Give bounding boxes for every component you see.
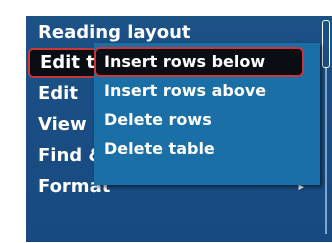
menu-item-view[interactable]: View: [38, 110, 87, 140]
menu-item-label: View: [38, 114, 87, 135]
menu-item-label: Edit: [38, 83, 78, 104]
submenu-item-delete-table[interactable]: Delete table: [104, 134, 215, 164]
edit-table-submenu: Insert rows below Insert rows above Dele…: [94, 43, 320, 185]
menu-scrollbar[interactable]: [320, 20, 332, 238]
scrollbar-thumb[interactable]: [322, 20, 330, 68]
submenu-item-delete-rows[interactable]: Delete rows: [104, 105, 212, 135]
menu-item-edit[interactable]: Edit: [38, 79, 78, 109]
submenu-item-insert-rows-above[interactable]: Insert rows above: [104, 76, 266, 106]
submenu-item-insert-rows-below[interactable]: Insert rows below: [94, 47, 304, 77]
menu-item-label: Reading layout: [38, 22, 191, 43]
submenu-item-label: Delete rows: [104, 110, 212, 129]
submenu-item-label: Insert rows above: [104, 81, 267, 100]
submenu-item-label: Insert rows below: [104, 52, 266, 71]
screen: Reading layout Edit ta Edit View Find & …: [0, 0, 332, 243]
submenu-item-label: Delete table: [104, 139, 215, 158]
